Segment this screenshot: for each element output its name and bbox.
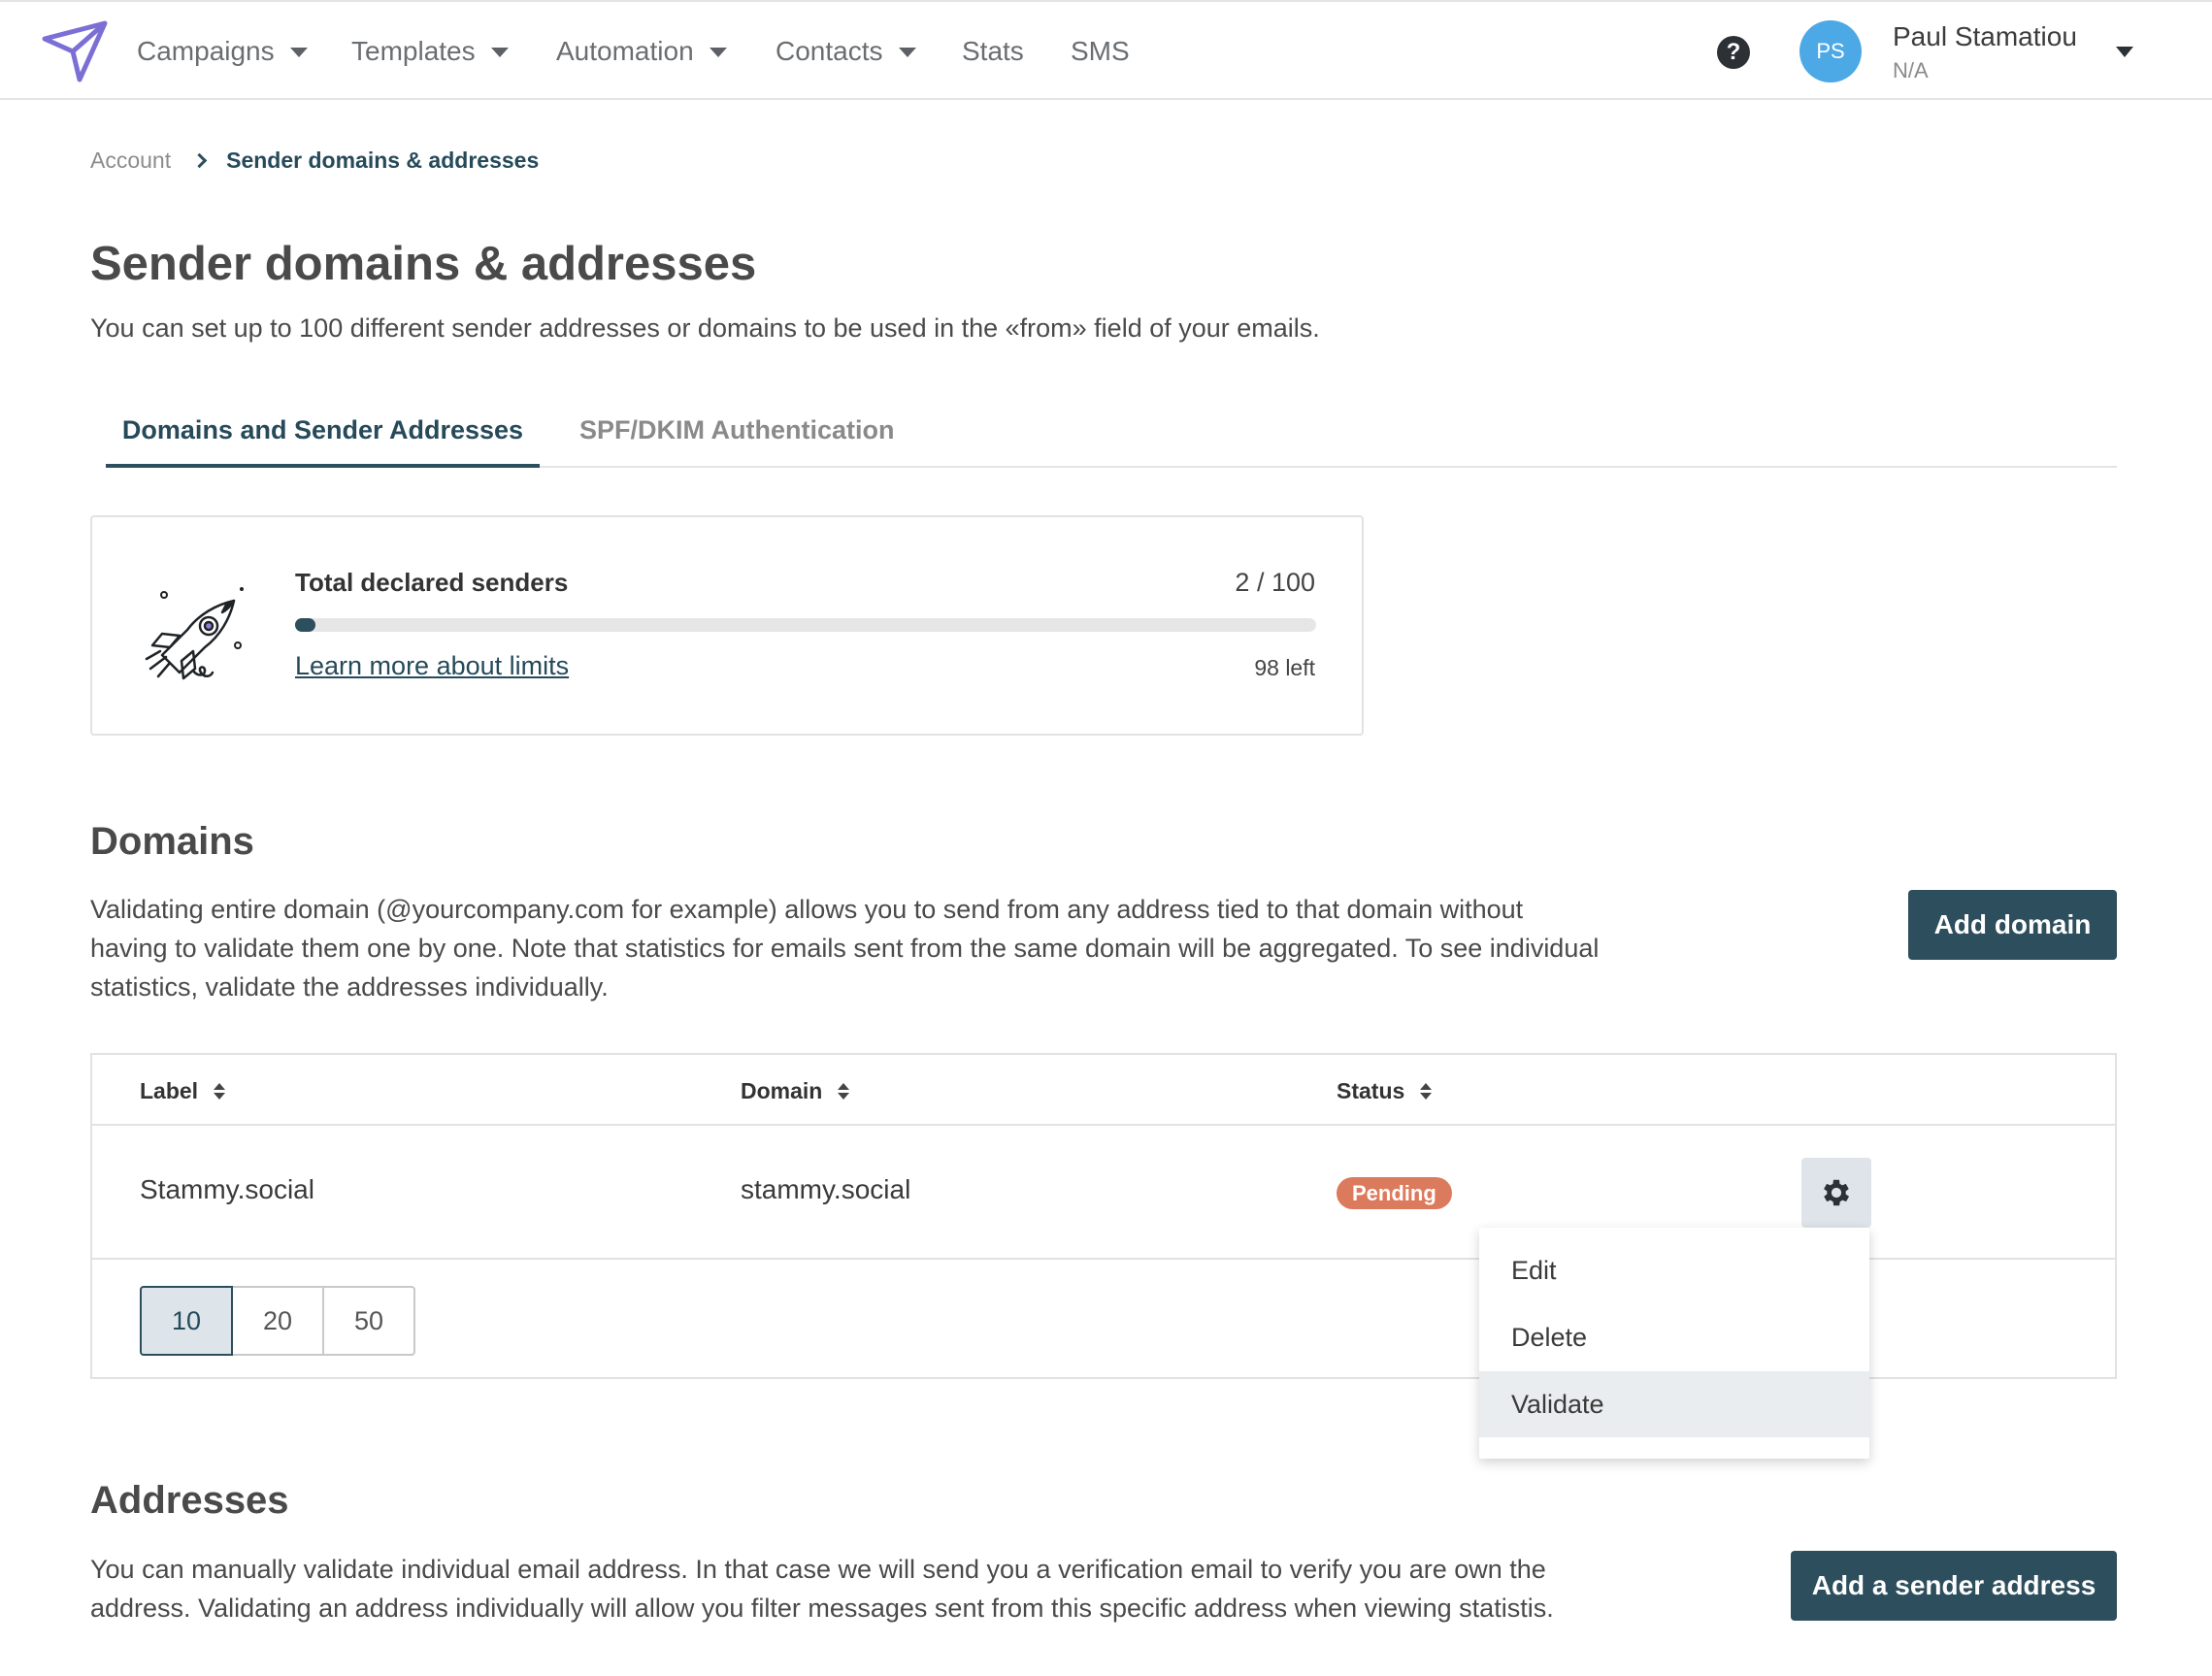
senders-progress-fill: [295, 618, 316, 632]
page-size-selector: 10 20 50: [140, 1286, 415, 1356]
row-settings-button[interactable]: [1801, 1158, 1871, 1228]
menu-item-delete[interactable]: Delete: [1479, 1304, 1869, 1370]
nav-templates-label: Templates: [351, 36, 476, 66]
chevron-down-icon: [898, 48, 916, 57]
page-size-50[interactable]: 50: [322, 1286, 415, 1356]
nav-automation-label: Automation: [556, 36, 694, 66]
table-header: Label Domain Status: [92, 1055, 2115, 1126]
nav-templates[interactable]: Templates: [351, 31, 509, 72]
paper-plane-logo-icon[interactable]: [41, 19, 109, 83]
menu-item-validate[interactable]: Validate: [1479, 1371, 1869, 1437]
domains-section-title: Domains: [90, 820, 254, 863]
row-domain: stammy.social: [741, 1174, 911, 1204]
user-subtitle: N/A: [1893, 58, 1929, 82]
sort-icon: [214, 1083, 226, 1100]
user-menu-chevron-down-icon[interactable]: [2116, 47, 2133, 57]
nav-automation[interactable]: Automation: [556, 31, 727, 72]
nav-contacts[interactable]: Contacts: [776, 31, 916, 72]
page-title: Sender domains & addresses: [90, 238, 757, 290]
total-senders-count: 2 / 100: [1235, 568, 1315, 597]
nav-campaigns[interactable]: Campaigns: [137, 31, 308, 72]
chevron-down-icon: [709, 48, 727, 57]
column-label-text: Label: [140, 1078, 199, 1103]
domains-section-description: Validating entire domain (@yourcompany.c…: [90, 895, 1600, 1002]
sort-icon: [838, 1083, 850, 1100]
column-domain-text: Domain: [741, 1078, 823, 1103]
menu-item-edit[interactable]: Edit: [1479, 1237, 1869, 1303]
chevron-down-icon: [490, 48, 509, 57]
row-label: Stammy.social: [140, 1174, 314, 1204]
column-header-status[interactable]: Status: [1337, 1078, 1433, 1104]
page-description: You can set up to 100 different sender a…: [90, 313, 1320, 343]
page-size-20[interactable]: 20: [231, 1286, 324, 1356]
avatar[interactable]: PS: [1799, 20, 1862, 82]
total-senders-label: Total declared senders: [295, 568, 569, 597]
user-name[interactable]: Paul Stamatiou: [1893, 21, 2077, 52]
nav-campaigns-label: Campaigns: [137, 36, 275, 66]
tab-bar: Domains and Sender Addresses SPF/DKIM Au…: [106, 408, 2117, 468]
nav-sms[interactable]: SMS: [1071, 31, 1130, 72]
gear-icon: [1824, 1179, 1850, 1206]
tab-spf-dkim-authentication[interactable]: SPF/DKIM Authentication: [579, 415, 895, 468]
add-sender-address-button[interactable]: Add a sender address: [1791, 1551, 2117, 1621]
chevron-right-icon: [191, 152, 208, 169]
nav-sms-label: SMS: [1071, 36, 1130, 66]
page-size-10[interactable]: 10: [140, 1286, 233, 1356]
tab-domains-and-sender-addresses[interactable]: Domains and Sender Addresses: [106, 415, 540, 468]
column-header-label[interactable]: Label: [140, 1078, 226, 1104]
status-badge: Pending: [1337, 1177, 1452, 1209]
senders-progress-bar: [295, 618, 1316, 632]
row-actions-menu: Edit Delete Validate: [1479, 1228, 1869, 1459]
nav-stats-label: Stats: [962, 36, 1024, 66]
nav-stats[interactable]: Stats: [962, 31, 1024, 72]
breadcrumb-account-link[interactable]: Account: [90, 148, 171, 174]
senders-usage-card: Total declared senders 2 / 100 Learn mor…: [90, 515, 1364, 736]
help-icon[interactable]: ?: [1717, 36, 1750, 69]
senders-remaining: 98 left: [1254, 655, 1315, 680]
top-navigation: Campaigns Templates Automation Contacts …: [0, 0, 2212, 100]
learn-more-limits-link[interactable]: Learn more about limits: [295, 651, 569, 681]
add-domain-button[interactable]: Add domain: [1908, 890, 2117, 960]
addresses-section-description: You can manually validate individual ema…: [90, 1555, 1554, 1623]
addresses-section-title: Addresses: [90, 1479, 289, 1522]
column-status-text: Status: [1337, 1078, 1405, 1103]
chevron-down-icon: [289, 48, 308, 57]
nav-contacts-label: Contacts: [776, 36, 883, 66]
sort-icon: [1420, 1083, 1433, 1100]
column-header-domain[interactable]: Domain: [741, 1078, 850, 1104]
breadcrumb: Account Sender domains & addresses: [90, 148, 539, 174]
breadcrumb-current: Sender domains & addresses: [226, 148, 540, 173]
rocket-illustration-icon: [145, 587, 244, 680]
